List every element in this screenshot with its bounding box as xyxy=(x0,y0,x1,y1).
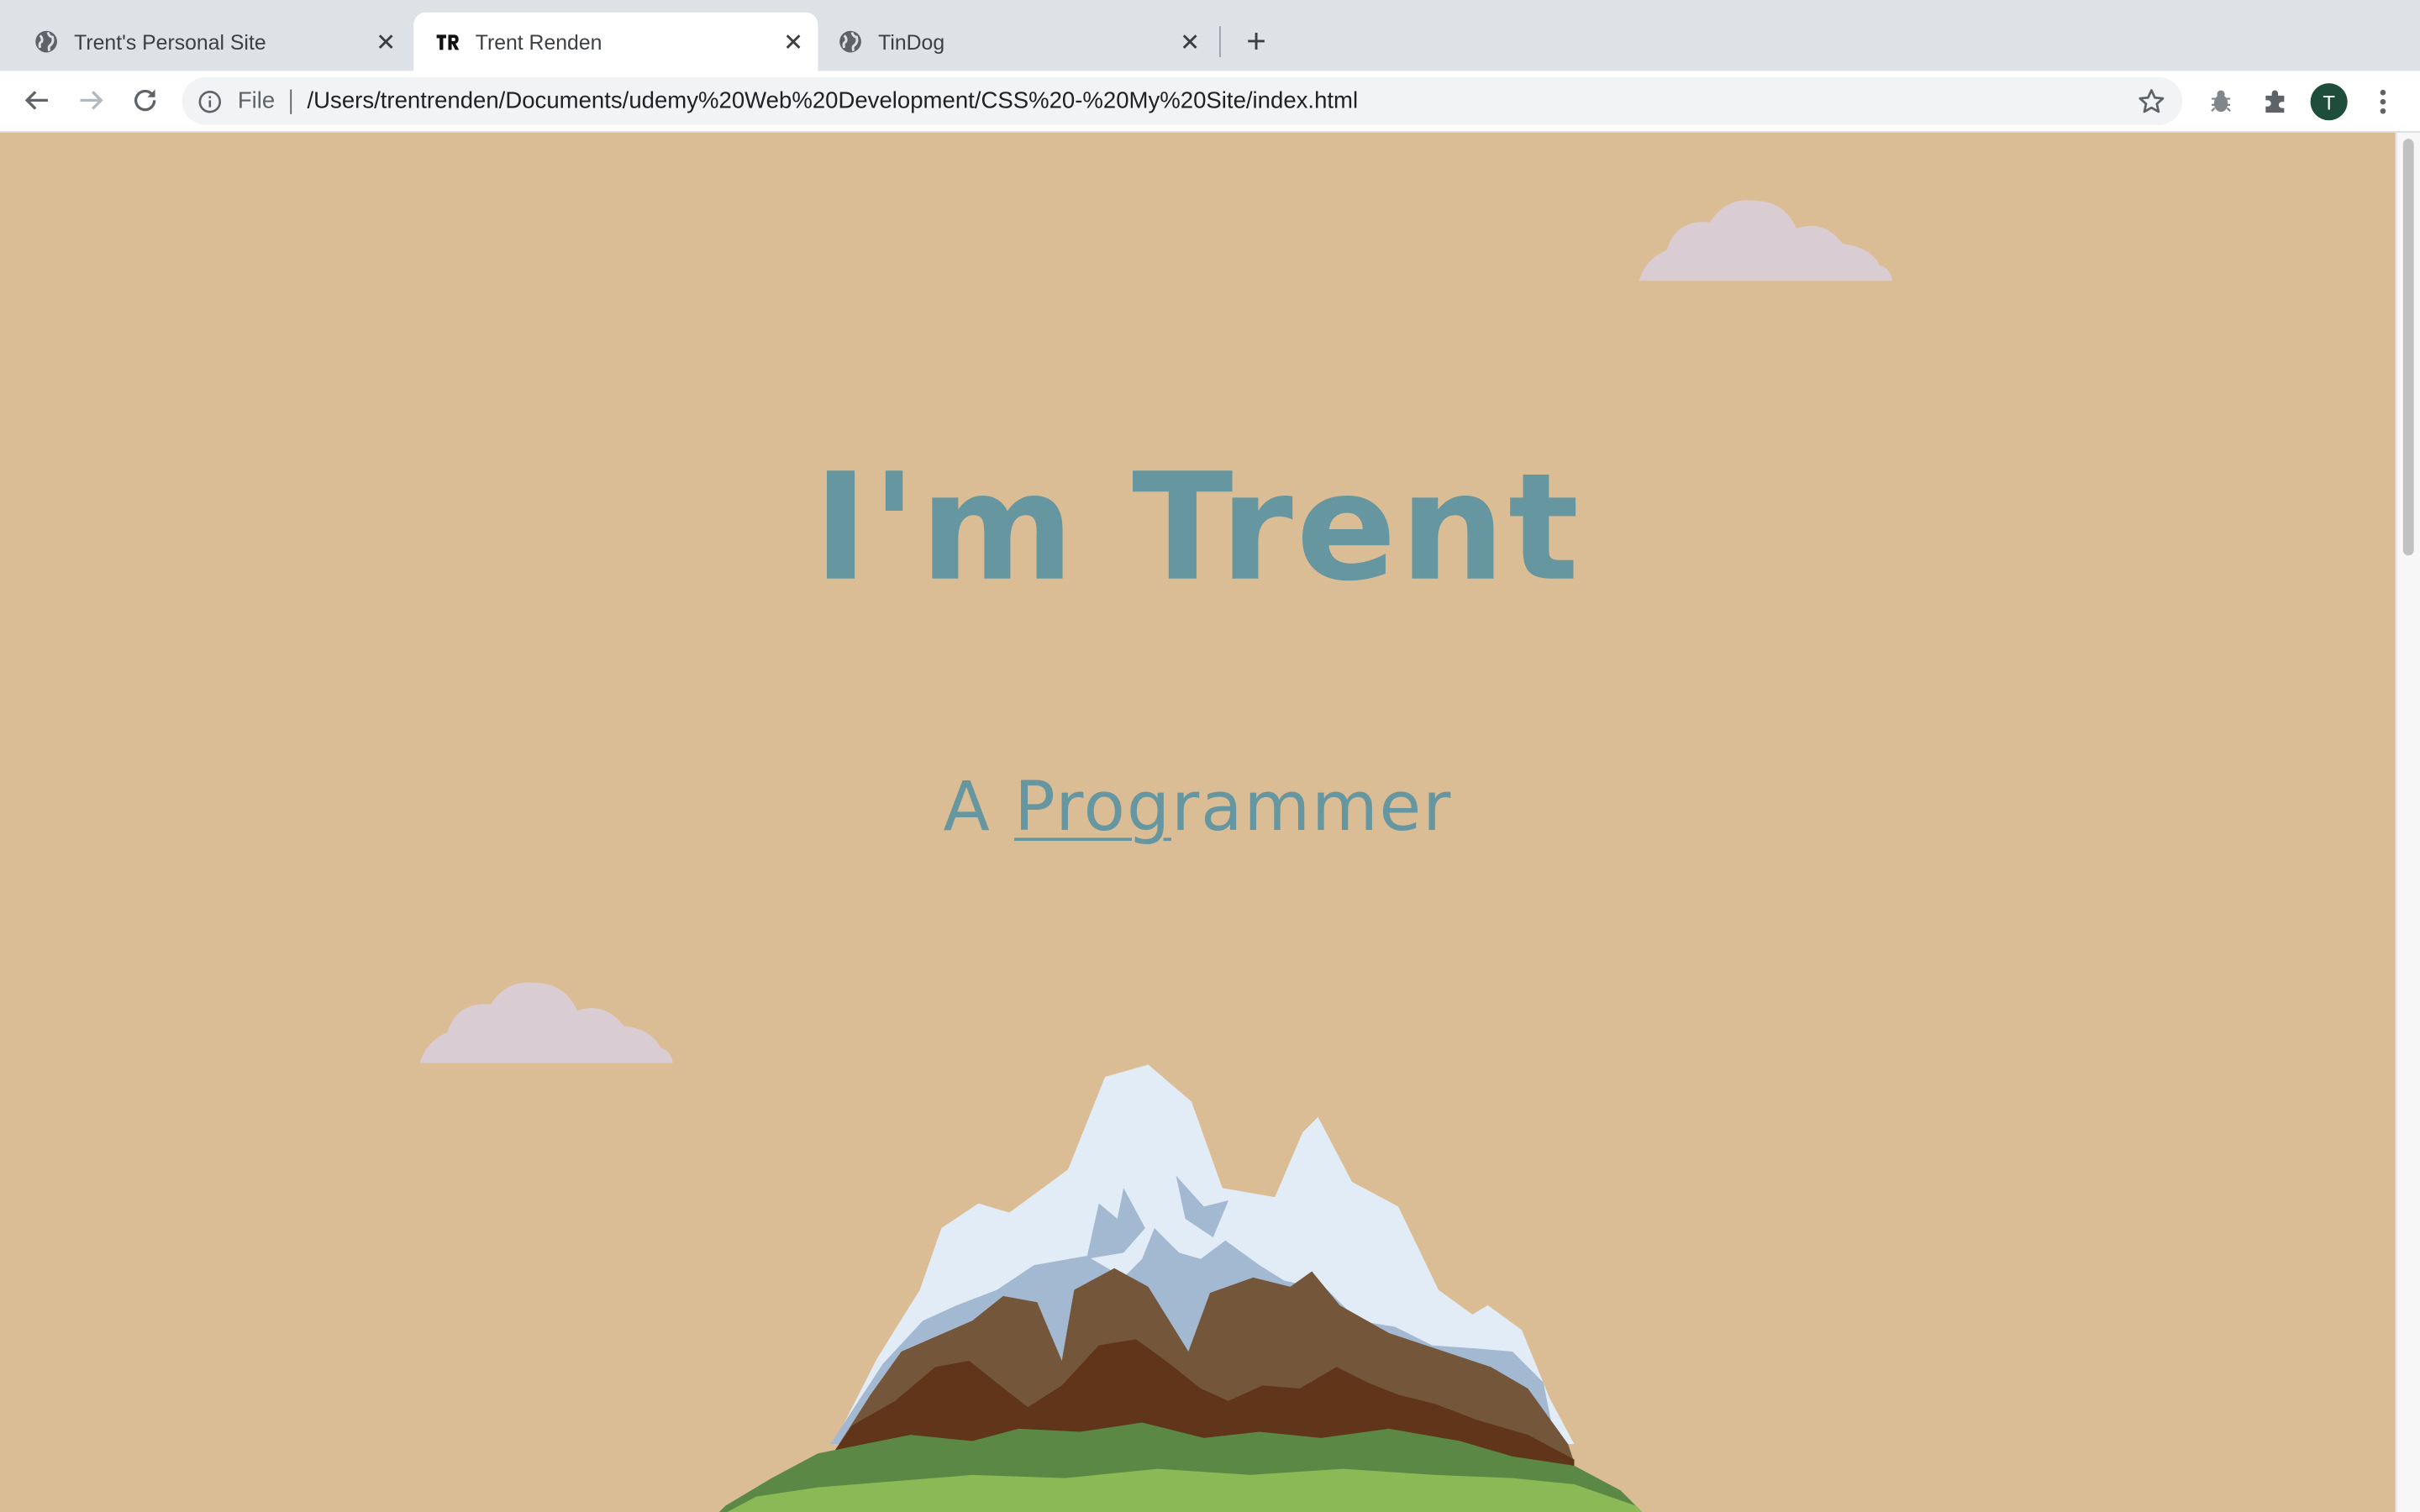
tab-title: Trent Renden xyxy=(475,29,602,54)
globe-icon xyxy=(34,29,58,54)
tab-separator xyxy=(1219,26,1221,57)
mountain-image xyxy=(718,1064,1643,1512)
page-viewport: I'm Trent A Programmer xyxy=(0,132,2396,1512)
subtitle-prefix: A xyxy=(943,768,1015,848)
tr-logo-icon xyxy=(435,29,460,54)
scrollbar-thumb[interactable] xyxy=(2402,139,2414,556)
info-icon[interactable] xyxy=(197,90,222,114)
page-title: I'm Trent xyxy=(813,441,1582,615)
subtitle-suffix: rammer xyxy=(1171,768,1453,848)
tab-title: Trent's Personal Site xyxy=(74,29,266,54)
close-icon[interactable] xyxy=(1175,26,1206,57)
tab-strip: Trent's Personal Site Trent Renden TinDo… xyxy=(0,0,2420,71)
forward-button[interactable] xyxy=(70,79,113,122)
page-subtitle: A Programmer xyxy=(0,769,2396,848)
globe-icon xyxy=(838,29,862,54)
puzzle-extension-icon[interactable] xyxy=(2258,85,2291,118)
tab-trent-renden[interactable]: Trent Renden xyxy=(413,12,818,71)
new-tab-button[interactable]: + xyxy=(1238,22,1275,60)
browser-window: Trent's Personal Site Trent Renden TinDo… xyxy=(0,0,2420,1512)
cloud-image xyxy=(1639,200,1892,281)
cloud-image xyxy=(419,982,673,1063)
close-icon[interactable] xyxy=(371,26,402,57)
close-icon[interactable] xyxy=(778,26,809,57)
tab-tindog[interactable]: TinDog xyxy=(817,13,1215,71)
scheme-label: File xyxy=(237,87,276,114)
reload-icon xyxy=(134,89,156,112)
bug-extension-icon[interactable] xyxy=(2204,85,2238,118)
profile-avatar[interactable]: T xyxy=(2310,83,2348,121)
menu-icon[interactable] xyxy=(2366,83,2400,120)
forward-icon xyxy=(80,91,103,110)
reload-button[interactable] xyxy=(124,79,166,122)
tab-trents-personal-site[interactable]: Trent's Personal Site xyxy=(13,13,411,71)
address-bar[interactable]: File /Users/trentrenden/Documents/udemy%… xyxy=(182,76,2183,125)
programmer-link[interactable]: Prog xyxy=(1014,769,1171,848)
omnibox-divider xyxy=(290,89,292,114)
back-icon xyxy=(24,91,48,110)
back-button[interactable] xyxy=(15,79,58,122)
url-text[interactable]: /Users/trentrenden/Documents/udemy%20Web… xyxy=(308,88,1359,114)
tab-title: TinDog xyxy=(878,29,945,54)
star-icon[interactable] xyxy=(2136,87,2167,118)
toolbar: File /Users/trentrenden/Documents/udemy%… xyxy=(0,71,2420,133)
vertical-scrollbar[interactable] xyxy=(2395,132,2420,1512)
